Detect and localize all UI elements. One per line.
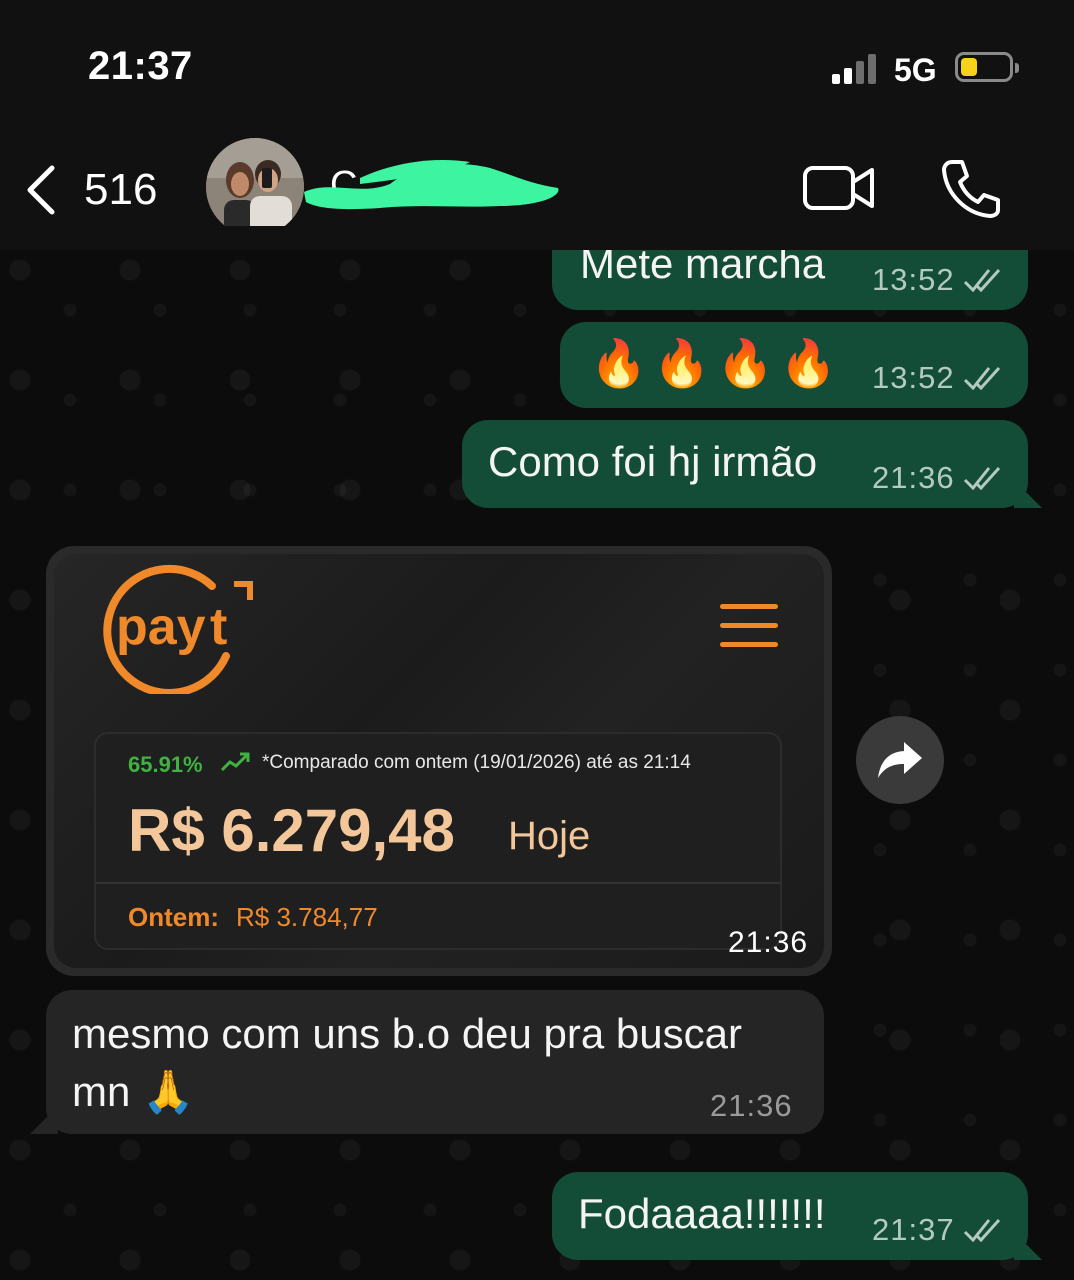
chevron-left-icon bbox=[27, 165, 55, 215]
header-edge bbox=[0, 226, 1074, 250]
svg-text:pay: pay bbox=[116, 598, 206, 656]
video-camera-icon bbox=[803, 166, 874, 210]
status-bar: 21:37 5G bbox=[0, 0, 1074, 120]
today-label: Hoje bbox=[508, 814, 591, 858]
divider bbox=[96, 882, 780, 884]
phone-icon bbox=[942, 160, 1000, 218]
double-check-icon bbox=[963, 466, 1000, 490]
unread-count: 516 bbox=[84, 165, 158, 214]
signal-icon bbox=[832, 52, 880, 84]
message-time: 13:52 bbox=[872, 360, 955, 395]
svg-text:t: t bbox=[210, 598, 227, 656]
voice-call-button[interactable] bbox=[938, 156, 1002, 220]
message-time: 21:36 bbox=[872, 460, 955, 495]
trend-up-icon bbox=[220, 752, 250, 772]
yesterday-amount: R$ 3.784,77 bbox=[236, 902, 378, 932]
double-check-icon bbox=[963, 366, 1000, 390]
message-time: 21:36 bbox=[710, 1088, 793, 1123]
message-text: Como foi hj irmão bbox=[488, 438, 818, 485]
message-text-line2: mn 🙏 bbox=[72, 1068, 195, 1115]
message-time: 21:36 bbox=[728, 926, 809, 959]
message-text: 🔥🔥🔥🔥 bbox=[590, 337, 844, 389]
avatar[interactable] bbox=[206, 138, 304, 236]
message-bubble-incoming[interactable]: mesmo com uns b.o deu pra buscar mn 🙏 21… bbox=[46, 990, 824, 1134]
payt-screenshot[interactable]: pay t 65.91% *Comparado com ontem (19/01… bbox=[54, 554, 824, 968]
bubble-tail bbox=[30, 1106, 58, 1134]
sales-stats-card: 65.91% *Comparado com ontem (19/01/2026)… bbox=[94, 732, 782, 950]
forward-button[interactable] bbox=[856, 716, 944, 804]
hamburger-menu-icon bbox=[720, 604, 780, 648]
network-type: 5G bbox=[894, 52, 937, 88]
double-check-icon bbox=[963, 1218, 1000, 1242]
payt-logo: pay t bbox=[103, 564, 253, 694]
image-message[interactable]: pay t 65.91% *Comparado com ontem (19/01… bbox=[46, 546, 832, 976]
message-text-line1: mesmo com uns b.o deu pra buscar bbox=[72, 1010, 742, 1057]
comparison-note: *Comparado com ontem (19/01/2026) até as… bbox=[262, 752, 691, 773]
back-button[interactable]: 516 bbox=[22, 160, 172, 220]
bubble-tail bbox=[1014, 1232, 1042, 1260]
yesterday-label: Ontem: bbox=[128, 902, 219, 932]
video-call-button[interactable] bbox=[802, 160, 876, 216]
status-clock: 21:37 bbox=[88, 44, 193, 88]
double-check-icon bbox=[963, 268, 1000, 292]
percent-change: 65.91% bbox=[128, 752, 203, 777]
redaction-scribble bbox=[304, 159, 559, 210]
amount-today: R$ 6.279,48 bbox=[128, 797, 455, 864]
forward-arrow-icon bbox=[878, 742, 922, 778]
message-bubble-outgoing[interactable]: Fodaaaa!!!!!!! 21:37 bbox=[552, 1172, 1028, 1260]
message-time: 21:37 bbox=[872, 1212, 955, 1247]
message-text: Fodaaaa!!!!!!! bbox=[578, 1190, 826, 1237]
bubble-tail bbox=[1014, 480, 1042, 508]
message-time: 13:52 bbox=[872, 262, 955, 297]
message-bubble-outgoing[interactable]: 🔥🔥🔥🔥 13:52 bbox=[560, 322, 1028, 408]
message-bubble-outgoing[interactable]: Como foi hj irmão 21:36 bbox=[462, 420, 1028, 508]
battery-icon bbox=[955, 52, 1019, 82]
